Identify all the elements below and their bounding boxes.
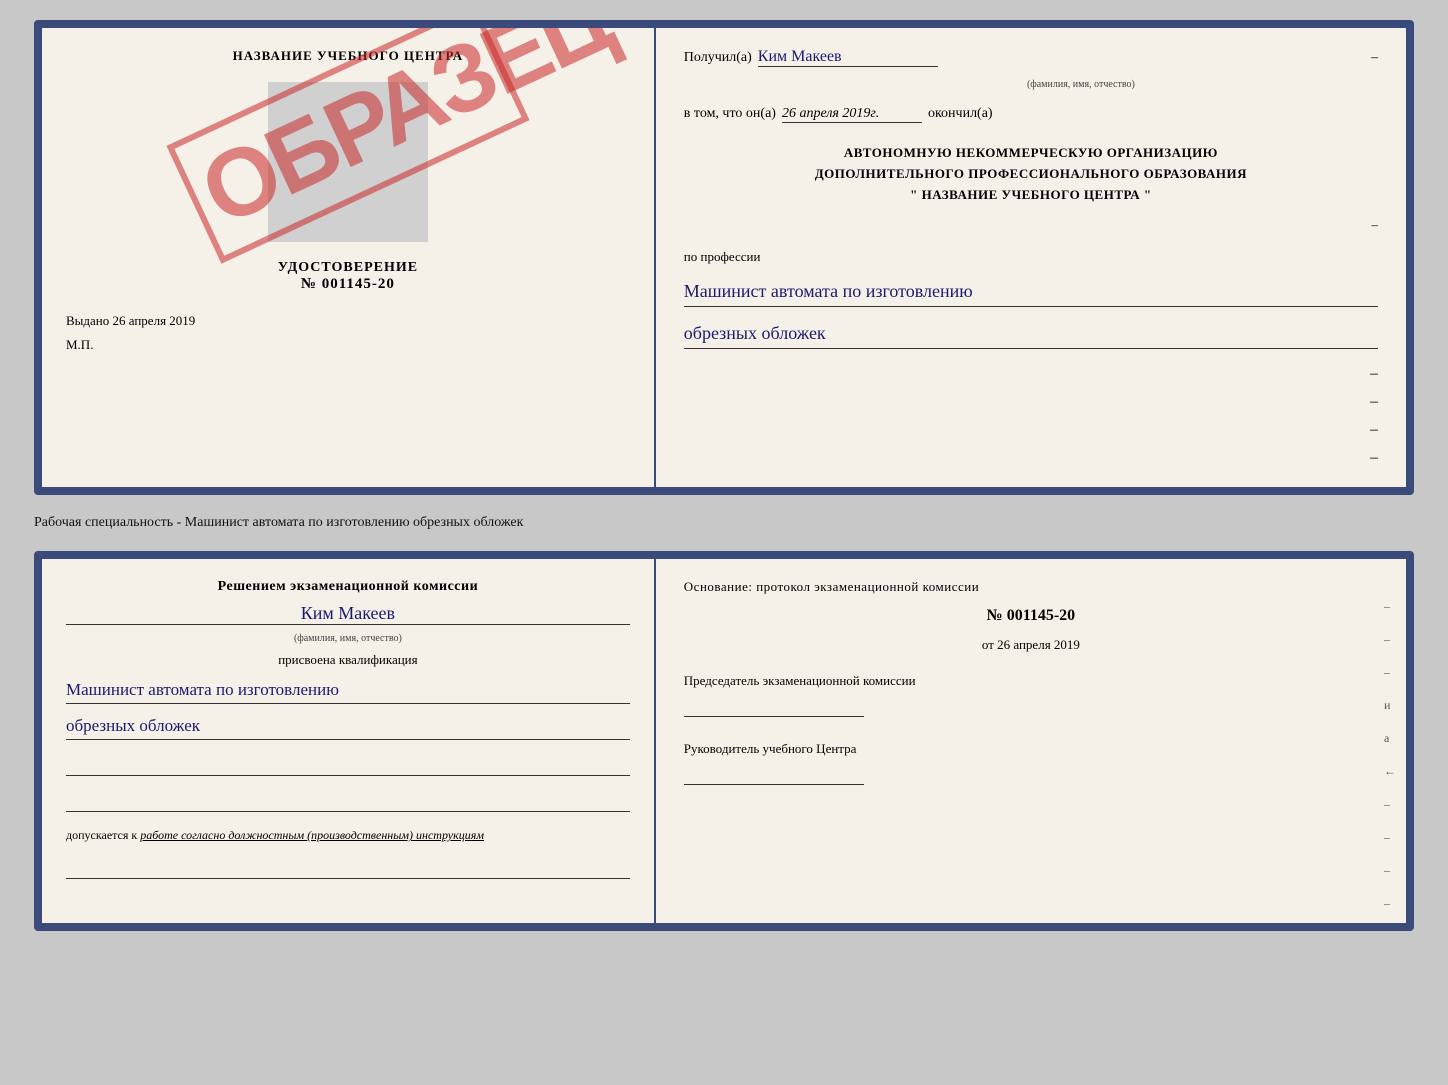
dopuskaetsya-label: допускается к: [66, 828, 137, 842]
rukovoditel-title: Руководитель учебного Центра: [684, 741, 1378, 757]
vydano-label: Выдано: [66, 313, 109, 328]
poluchil-value: Ким Макеев: [758, 48, 938, 67]
fio-hint-bottom: (фамилия, имя, отчество): [66, 633, 630, 644]
udostoverenie-block: УДОСТОВЕРЕНИЕ № 001145-20: [278, 260, 418, 293]
vydano-line: Выдано 26 апреля 2019: [66, 313, 630, 329]
fio-hint-top: (фамилия, имя, отчество): [784, 79, 1378, 90]
okonchil-label: окончил(а): [928, 106, 993, 122]
prof-line-2: обрезных обложек: [684, 319, 1378, 349]
predsedatel-sign-line: [684, 697, 864, 717]
bottom-document: Решением экзаменационной комиссии Ким Ма…: [34, 551, 1414, 931]
right-side-marks: – – – и а ← – – – –: [1384, 599, 1396, 911]
name-cursive: Ким Макеев: [66, 603, 630, 625]
prisvoena-label: присвоена квалификация: [66, 652, 630, 668]
main-text-block: АВТОНОМНУЮ НЕКОММЕРЧЕСКУЮ ОРГАНИЗАЦИЮ ДО…: [684, 143, 1378, 205]
blank-line-3: [66, 859, 630, 879]
main-line3: " НАЗВАНИЕ УЧЕБНОГО ЦЕНТРА ": [684, 185, 1378, 206]
rukovoditel-block: Руководитель учебного Центра: [684, 741, 1378, 785]
rukovoditel-sign-line: [684, 765, 864, 785]
caption-line: Рабочая специальность - Машинист автомат…: [34, 511, 1414, 535]
poluchil-label: Получил(а): [684, 50, 752, 66]
udostoverenie-number: № 001145-20: [278, 276, 418, 293]
predsedatel-title: Председатель экзаменационной комиссии: [684, 673, 1378, 689]
ot-date: от 26 апреля 2019: [684, 637, 1378, 653]
predsedatel-block: Председатель экзаменационной комиссии: [684, 673, 1378, 717]
main-line1: АВТОНОМНУЮ НЕКОММЕРЧЕСКУЮ ОРГАНИЗАЦИЮ: [684, 143, 1378, 164]
top-document: НАЗВАНИЕ УЧЕБНОГО ЦЕНТРА УДОСТОВЕРЕНИЕ №…: [34, 20, 1414, 495]
top-left-panel: НАЗВАНИЕ УЧЕБНОГО ЦЕНТРА УДОСТОВЕРЕНИЕ №…: [42, 28, 656, 487]
dash-2: –: [1371, 217, 1378, 233]
bottom-left-panel: Решением экзаменационной комиссии Ким Ма…: [42, 559, 656, 923]
vydano-date: 26 апреля 2019: [113, 313, 196, 328]
ot-label: от: [982, 637, 994, 652]
prof-line-1: Машинист автомата по изготовлению: [684, 277, 1378, 307]
po-professii-label: по профессии: [684, 249, 1378, 265]
protocol-number: № 001145-20: [684, 607, 1378, 625]
bottom-right-panel: Основание: протокол экзаменационной коми…: [656, 559, 1406, 923]
vtom-date: 26 апреля 2019г.: [782, 106, 922, 123]
center-name-top: НАЗВАНИЕ УЧЕБНОГО ЦЕНТРА: [233, 48, 464, 64]
mp-line: М.П.: [66, 337, 630, 353]
dopuskaetsya-value: работе согласно должностным (производств…: [140, 828, 484, 842]
kvalif-line-2: обрезных обложек: [66, 712, 630, 740]
dash-1: –: [1371, 50, 1378, 66]
stamp-area: [268, 82, 428, 242]
dash-2-container: –: [684, 217, 1378, 233]
resheniem-text: Решением экзаменационной комиссии: [66, 579, 630, 595]
dopuskaetsya-block: допускается к работе согласно должностны…: [66, 828, 630, 843]
blank-line-2: [66, 792, 630, 812]
ot-date-value: 26 апреля 2019: [997, 637, 1080, 652]
blank-line-1: [66, 756, 630, 776]
osnovanie-text: Основание: протокол экзаменационной коми…: [684, 579, 1378, 595]
udostoverenie-title: УДОСТОВЕРЕНИЕ: [278, 260, 418, 276]
top-right-panel: Получил(а) Ким Макеев – (фамилия, имя, о…: [656, 28, 1406, 487]
kvalif-line-1: Машинист автомата по изготовлению: [66, 676, 630, 704]
right-dashes-top: – – – –: [684, 365, 1378, 467]
vtom-label: в том, что он(а): [684, 106, 776, 122]
main-line2: ДОПОЛНИТЕЛЬНОГО ПРОФЕССИОНАЛЬНОГО ОБРАЗО…: [684, 164, 1378, 185]
